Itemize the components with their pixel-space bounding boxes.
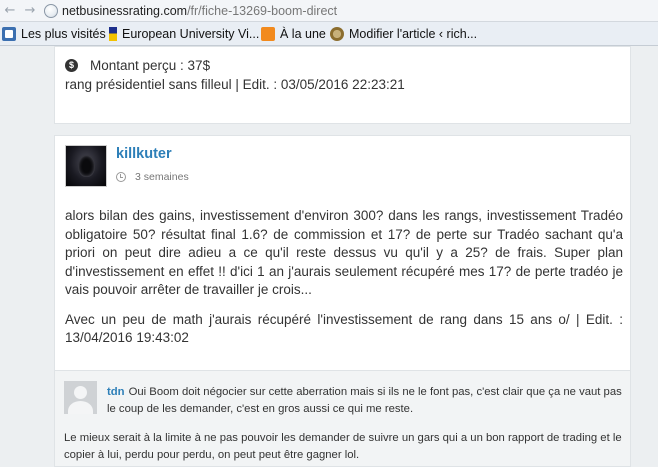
comment-paragraph: alors bilan des gains, investissement d'… [65,208,623,297]
star-bookmark-icon [2,27,16,41]
bookmark-modifier-article[interactable]: Modifier l'article ‹ rich... [330,26,477,42]
previous-comment-card: $ Montant perçu : 37$ rang présidentiel … [54,46,631,124]
dollar-icon: $ [65,59,78,72]
bookmark-label: Modifier l'article ‹ rich... [349,27,478,41]
comment-paragraph: Avec un peu de math j'aurais récupéré l'… [65,311,623,346]
eu-flag-icon [109,27,117,41]
bookmark-label: Les plus visités [21,27,106,41]
url-host: netbusinessrating.com [62,4,188,18]
comment-time: 3 semaines [135,171,189,183]
forward-arrow-icon[interactable]: → [22,3,38,19]
reply-card: tdn Oui Boom doit négocier sur cette aber… [54,370,631,467]
bookmarks-bar: Les plus visités European University Vi.… [0,22,658,46]
bookmark-les-plus-visites[interactable]: Les plus visités [2,26,106,42]
default-avatar-icon[interactable] [64,381,97,414]
rss-icon [261,27,275,41]
comment-author[interactable]: killkuter [116,146,172,162]
comment-body: alors bilan des gains, investissement d'… [65,207,623,359]
avatar[interactable] [65,145,107,187]
url-bar[interactable]: ← → netbusinessrating.com/fr/fiche-13269… [0,0,658,22]
url-text[interactable]: netbusinessrating.com/fr/fiche-13269-boo… [62,4,337,18]
url-path: /fr/fiche-13269-boom-direct [187,4,338,18]
reply-text-1: Oui Boom doit négocier sur cette aberrat… [107,386,622,415]
clock-icon [116,172,126,182]
rank-line: rang présidentiel sans filleul | Edit. :… [65,77,405,92]
back-arrow-icon[interactable]: ← [2,3,18,19]
amount-label: Montant perçu : 37$ [90,58,211,73]
bookmark-label: European University Vi... [122,27,260,41]
bookmark-a-la-une[interactable]: À la une [261,26,326,42]
globe-icon [44,4,58,18]
amount-row: $ Montant perçu : 37$ [65,58,210,73]
page-content: $ Montant perçu : 37$ rang présidentiel … [0,46,658,467]
reply-first-line: tdn Oui Boom doit négocier sur cette aber… [107,384,624,418]
bookmark-european-university[interactable]: European University Vi... [109,26,259,42]
comment-card: killkuter 3 semaines alors bilan des gai… [54,135,631,375]
wordpress-icon [330,27,344,41]
reply-author[interactable]: tdn [107,386,125,398]
comment-time-row: 3 semaines [116,171,189,183]
reply-text-2: Le mieux serait à la limite à ne pas pou… [64,432,622,461]
bookmark-label: À la une [280,27,326,41]
